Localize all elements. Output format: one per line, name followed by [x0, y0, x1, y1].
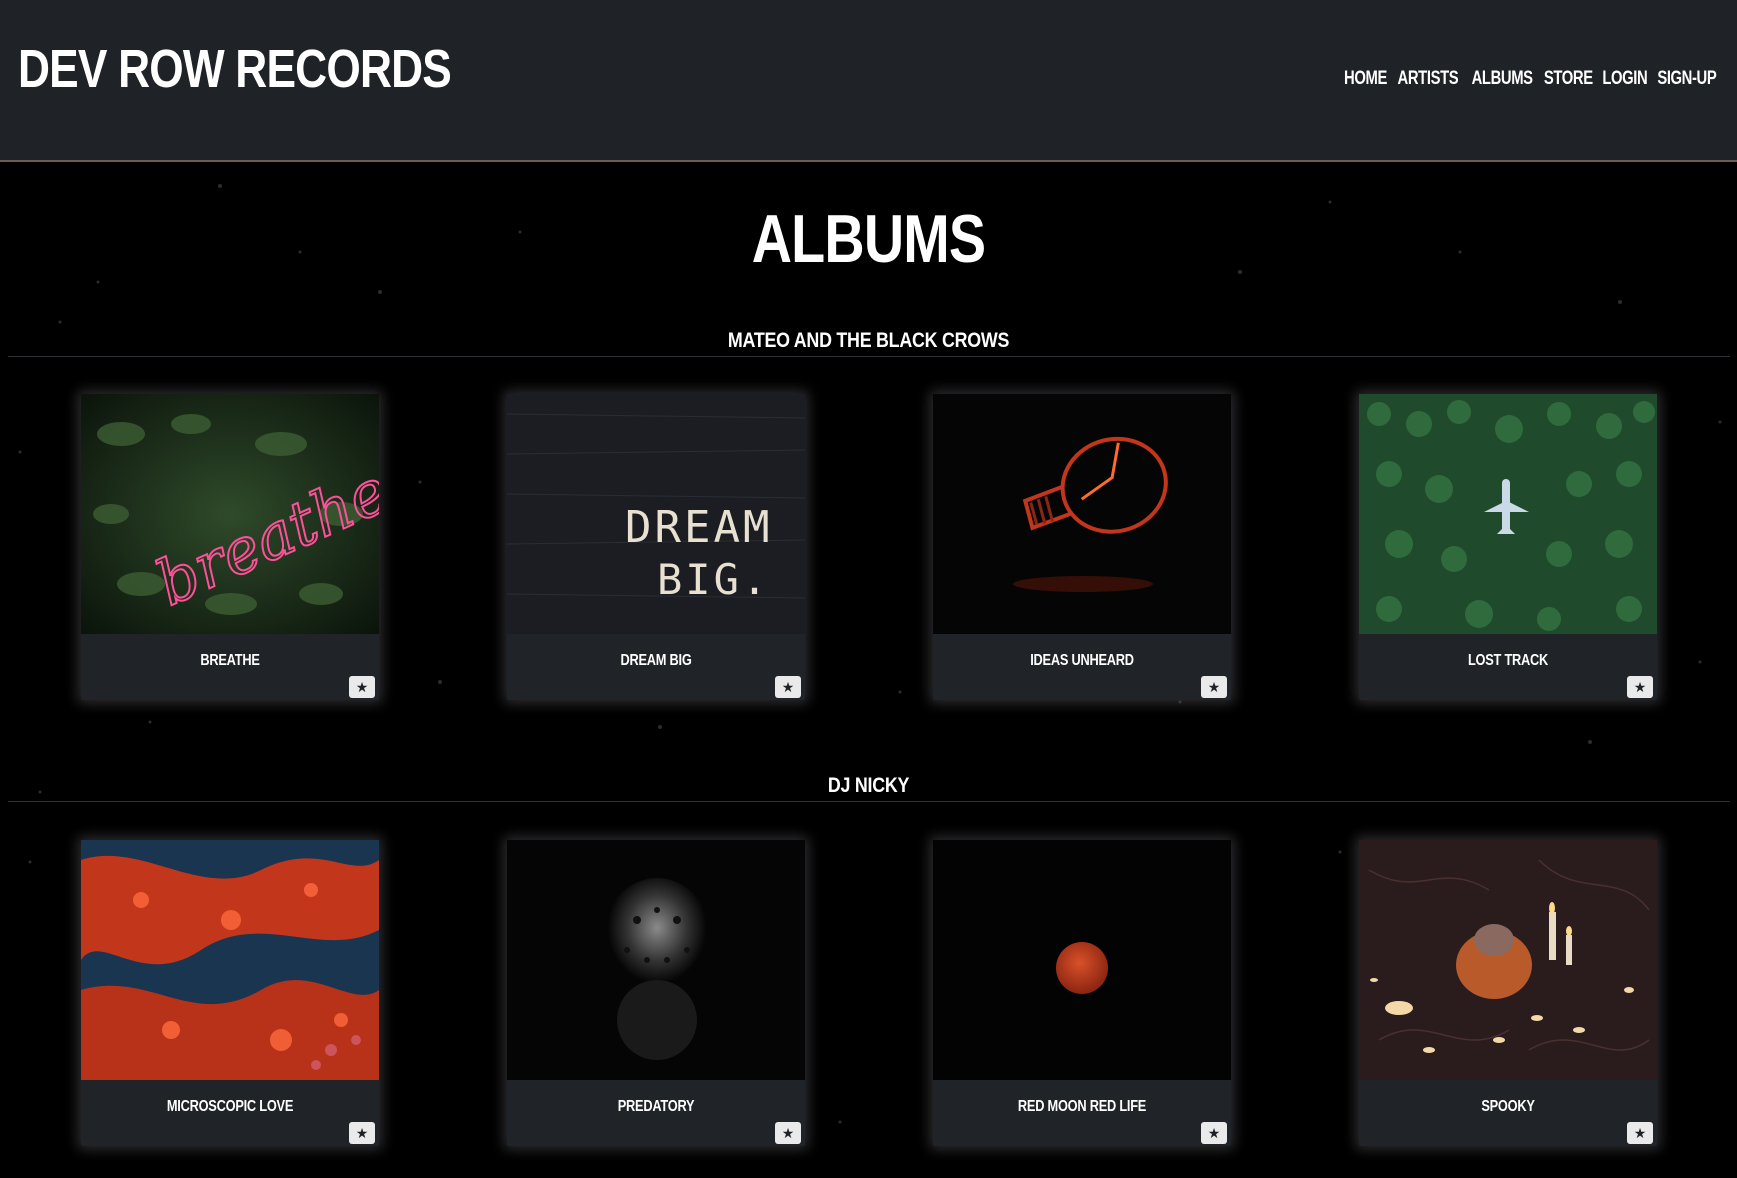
- album-card[interactable]: RED MOON RED LIFE ★: [933, 840, 1231, 1146]
- section-divider: [8, 801, 1730, 802]
- favorite-button[interactable]: ★: [1201, 676, 1227, 698]
- favorite-button[interactable]: ★: [349, 676, 375, 698]
- favorite-button[interactable]: ★: [1627, 676, 1653, 698]
- favorite-button[interactable]: ★: [1627, 1122, 1653, 1144]
- album-cover-spooky: [1359, 840, 1657, 1080]
- album-cover-lost-track: [1359, 394, 1657, 634]
- star-icon: ★: [1207, 1125, 1221, 1141]
- artist-heading: DJ NICKY: [827, 774, 910, 797]
- main-nav: HOME ARTISTS ALBUMS STORE LOGIN SIGN-UP: [1344, 68, 1717, 90]
- nav-store[interactable]: STORE: [1544, 68, 1593, 90]
- album-title: BREATHE: [200, 652, 260, 669]
- album-cover[interactable]: breathe: [81, 394, 379, 634]
- album-title: MICROSCOPIC LOVE: [166, 1098, 294, 1115]
- favorite-button[interactable]: ★: [775, 676, 801, 698]
- album-cover[interactable]: [933, 394, 1231, 634]
- album-card[interactable]: LOST TRACK ★: [1359, 394, 1657, 700]
- album-card[interactable]: breathe BREATHE ★: [81, 394, 379, 700]
- star-icon: ★: [1207, 679, 1221, 695]
- artist-heading: MATEO AND THE BLACK CROWS: [727, 329, 1010, 352]
- star-icon: ★: [781, 679, 795, 695]
- album-title: SPOOKY: [1481, 1098, 1535, 1115]
- star-icon: ★: [1633, 679, 1647, 695]
- nav-sign-up[interactable]: SIGN-UP: [1658, 68, 1717, 90]
- album-cover-breathe: breathe: [81, 394, 379, 634]
- section-divider: [8, 356, 1730, 357]
- album-title: LOST TRACK: [1467, 652, 1549, 669]
- nav-artists[interactable]: ARTISTS: [1398, 68, 1459, 90]
- album-cover[interactable]: DREAM BIG.: [507, 394, 805, 634]
- album-cover-red-moon-red-life: [933, 840, 1231, 1080]
- album-cover-dream-big: DREAM BIG.: [507, 394, 805, 634]
- brand-logo[interactable]: DEV ROW RECORDS: [18, 38, 452, 100]
- album-title: PREDATORY: [617, 1098, 695, 1115]
- favorite-button[interactable]: ★: [349, 1122, 375, 1144]
- nav-login[interactable]: LOGIN: [1602, 68, 1647, 90]
- album-cover-predatory: [507, 840, 805, 1080]
- album-cover[interactable]: [507, 840, 805, 1080]
- favorite-button[interactable]: ★: [1201, 1122, 1227, 1144]
- album-title: DREAM BIG: [620, 652, 692, 669]
- album-card[interactable]: SPOOKY ★: [1359, 840, 1657, 1146]
- album-card[interactable]: DREAM BIG. DREAM BIG ★: [507, 394, 805, 700]
- cover-text: BIG.: [657, 555, 770, 604]
- album-title: RED MOON RED LIFE: [1017, 1098, 1147, 1115]
- nav-albums[interactable]: ALBUMS: [1471, 68, 1532, 90]
- nav-home[interactable]: HOME: [1344, 68, 1387, 90]
- album-cover[interactable]: [1359, 394, 1657, 634]
- album-title: IDEAS UNHEARD: [1030, 652, 1134, 669]
- star-icon: ★: [1633, 1125, 1647, 1141]
- site-header: DEV ROW RECORDS HOME ARTISTS ALBUMS STOR…: [0, 0, 1737, 162]
- album-cover[interactable]: [1359, 840, 1657, 1080]
- album-cover-ideas-unheard: [933, 394, 1231, 634]
- star-icon: ★: [355, 679, 369, 695]
- page-title: ALBUMS: [751, 201, 986, 277]
- star-icon: ★: [355, 1125, 369, 1141]
- album-cover[interactable]: [81, 840, 379, 1080]
- star-icon: ★: [781, 1125, 795, 1141]
- album-card[interactable]: IDEAS UNHEARD ★: [933, 394, 1231, 700]
- album-card[interactable]: MICROSCOPIC LOVE ★: [81, 840, 379, 1146]
- album-card[interactable]: PREDATORY ★: [507, 840, 805, 1146]
- favorite-button[interactable]: ★: [775, 1122, 801, 1144]
- album-cover-microscopic-love: [81, 840, 379, 1080]
- cover-text: DREAM: [625, 502, 772, 553]
- album-cover[interactable]: [933, 840, 1231, 1080]
